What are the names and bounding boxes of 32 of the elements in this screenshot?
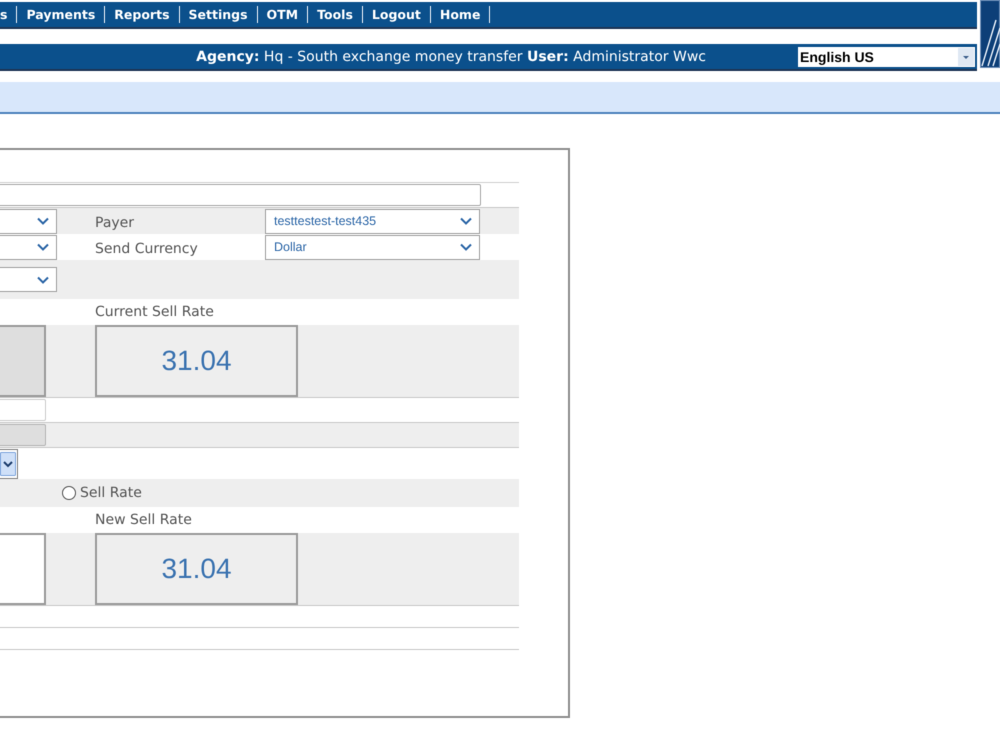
field-label: Send Currency bbox=[95, 240, 198, 256]
chevron-down-icon bbox=[37, 217, 49, 225]
sell-rate-display: 31.04 bbox=[95, 533, 298, 605]
nav-link[interactable]: Home bbox=[430, 6, 490, 22]
select-field[interactable]: testtestest-test435 bbox=[265, 208, 480, 234]
nav-link[interactable]: Payments bbox=[17, 6, 104, 22]
nav-link[interactable]: Logout bbox=[362, 6, 430, 22]
field-label: Current Sell Rate bbox=[95, 304, 214, 320]
language-select[interactable]: English US bbox=[798, 46, 975, 66]
chevron-down-icon bbox=[460, 217, 472, 225]
chevron-down-icon bbox=[37, 276, 49, 284]
text-input-field[interactable] bbox=[0, 399, 46, 421]
nav-link[interactable]: Tools bbox=[308, 6, 362, 22]
text-input-field[interactable] bbox=[0, 184, 481, 206]
sell-rate-display: 31.04 bbox=[95, 325, 298, 397]
nav-link[interactable]: OTM bbox=[258, 6, 308, 22]
radio-label: Sell Rate bbox=[80, 485, 142, 501]
select-field[interactable] bbox=[0, 267, 57, 292]
nav-link[interactable]: s bbox=[0, 6, 16, 22]
chevron-down-icon bbox=[460, 243, 472, 251]
chevron-down-icon bbox=[37, 243, 49, 251]
select-field[interactable] bbox=[0, 448, 18, 478]
field-label: New Sell Rate bbox=[95, 512, 192, 528]
radio-button[interactable] bbox=[62, 486, 76, 500]
select-field[interactable]: Dollar bbox=[265, 234, 480, 260]
logo-icon bbox=[980, 0, 1000, 68]
nav-link[interactable]: Reports bbox=[105, 6, 179, 22]
field-label: Payer bbox=[95, 214, 134, 230]
select-field[interactable] bbox=[0, 234, 57, 260]
nav-link[interactable]: Settings bbox=[180, 6, 257, 22]
select-field[interactable] bbox=[0, 208, 57, 234]
agency-user-info: Agency: Hq - South exchange money transfer User: Administrator Wwc bbox=[196, 48, 706, 64]
